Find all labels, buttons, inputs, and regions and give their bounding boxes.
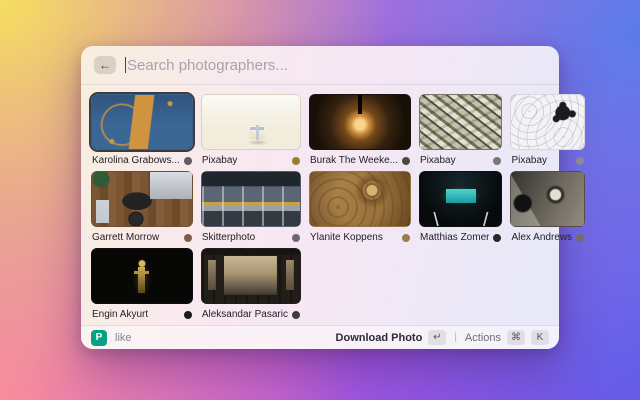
photo-thumbnail: [309, 94, 411, 150]
photo-item[interactable]: Engin Akyurt: [91, 248, 193, 321]
photo-caption: Pixabay: [510, 154, 585, 167]
photo-caption: Skitterphoto: [201, 231, 301, 244]
photographer-name: Matthias Zomer: [420, 232, 489, 243]
photo-item[interactable]: Aleksandar Pasaric: [201, 248, 301, 321]
photo-thumbnail: [91, 171, 193, 227]
desktop-background: ← Karolina Grabows... Pixabay: [0, 0, 640, 400]
photo-grid: Karolina Grabows... Pixabay Burak The We…: [81, 85, 559, 321]
photo-item[interactable]: Alex Andrews: [510, 171, 585, 244]
footer-divider: |: [454, 332, 457, 343]
photo-thumbnail: [510, 171, 585, 227]
photo-color-dot: [184, 157, 192, 165]
actions-button[interactable]: Actions: [465, 332, 501, 344]
photo-item[interactable]: Matthias Zomer: [419, 171, 502, 244]
photo-caption: Garrett Morrow: [91, 231, 193, 244]
photo-color-dot: [292, 157, 300, 165]
back-arrow-icon: ←: [99, 58, 111, 72]
photographer-name: Garrett Morrow: [92, 232, 159, 243]
pexels-icon: P: [91, 330, 107, 346]
photo-item[interactable]: Skitterphoto: [201, 171, 301, 244]
back-button[interactable]: ←: [94, 56, 116, 74]
k-key-icon: K: [531, 330, 549, 345]
photo-color-dot: [576, 157, 584, 165]
photo-color-dot: [402, 234, 410, 242]
photographer-name: Alex Andrews: [511, 232, 572, 243]
photo-color-dot: [292, 311, 300, 319]
photo-thumbnail: [201, 248, 301, 304]
photo-item[interactable]: Karolina Grabows...: [91, 94, 193, 167]
photo-thumbnail: [309, 171, 411, 227]
photo-caption: Matthias Zomer: [419, 231, 502, 244]
action-bar: P like Download Photo ↵ | Actions ⌘ K: [81, 325, 559, 349]
photo-caption: Karolina Grabows...: [91, 154, 193, 167]
photographer-name: Engin Akyurt: [92, 309, 148, 320]
photographer-name: Pixabay: [420, 155, 456, 166]
text-caret: [125, 57, 126, 73]
photo-caption: Alex Andrews: [510, 231, 585, 244]
search-input[interactable]: [127, 57, 546, 74]
photo-item[interactable]: Pixabay: [201, 94, 301, 167]
download-photo-button[interactable]: Download Photo: [336, 332, 423, 344]
photographer-name: Aleksandar Pasaric: [202, 309, 288, 320]
command-key-icon: ⌘: [507, 330, 525, 345]
photo-caption: Burak The Weeke...: [309, 154, 411, 167]
photo-color-dot: [184, 234, 192, 242]
photo-thumbnail: [201, 171, 301, 227]
photo-item[interactable]: Pixabay: [419, 94, 502, 167]
photographer-name: Skitterphoto: [202, 232, 255, 243]
photo-color-dot: [576, 234, 584, 242]
photo-caption: Pixabay: [419, 154, 502, 167]
photo-color-dot: [493, 157, 501, 165]
photo-item[interactable]: Burak The Weeke...: [309, 94, 411, 167]
photographer-name: Pixabay: [511, 155, 547, 166]
photo-thumbnail: [510, 94, 585, 150]
photographer-name: Burak The Weeke...: [310, 155, 398, 166]
command-name: like: [115, 332, 132, 344]
search-input-wrap: [125, 46, 546, 84]
photo-color-dot: [292, 234, 300, 242]
photo-color-dot: [184, 311, 192, 319]
photo-item[interactable]: Pixabay: [510, 94, 585, 167]
photo-caption: Engin Akyurt: [91, 308, 193, 321]
photo-thumbnail: [419, 171, 502, 227]
photographer-name: Karolina Grabows...: [92, 155, 180, 166]
photo-thumbnail: [419, 94, 502, 150]
enter-key-icon: ↵: [428, 330, 446, 345]
photo-thumbnail: [201, 94, 301, 150]
photo-color-dot: [402, 157, 410, 165]
photo-item[interactable]: Garrett Morrow: [91, 171, 193, 244]
photo-thumbnail: [91, 248, 193, 304]
photo-caption: Ylanite Koppens: [309, 231, 411, 244]
photo-color-dot: [493, 234, 501, 242]
search-photographers-window: ← Karolina Grabows... Pixabay: [81, 46, 559, 349]
photo-thumbnail: [91, 94, 193, 150]
photographer-name: Ylanite Koppens: [310, 232, 383, 243]
pexels-icon-letter: P: [96, 332, 103, 343]
search-bar: ←: [81, 46, 559, 85]
photo-caption: Aleksandar Pasaric: [201, 308, 301, 321]
photo-item[interactable]: Ylanite Koppens: [309, 171, 411, 244]
photo-caption: Pixabay: [201, 154, 301, 167]
footer-actions: Download Photo ↵ | Actions ⌘ K: [336, 330, 549, 345]
photographer-name: Pixabay: [202, 155, 238, 166]
